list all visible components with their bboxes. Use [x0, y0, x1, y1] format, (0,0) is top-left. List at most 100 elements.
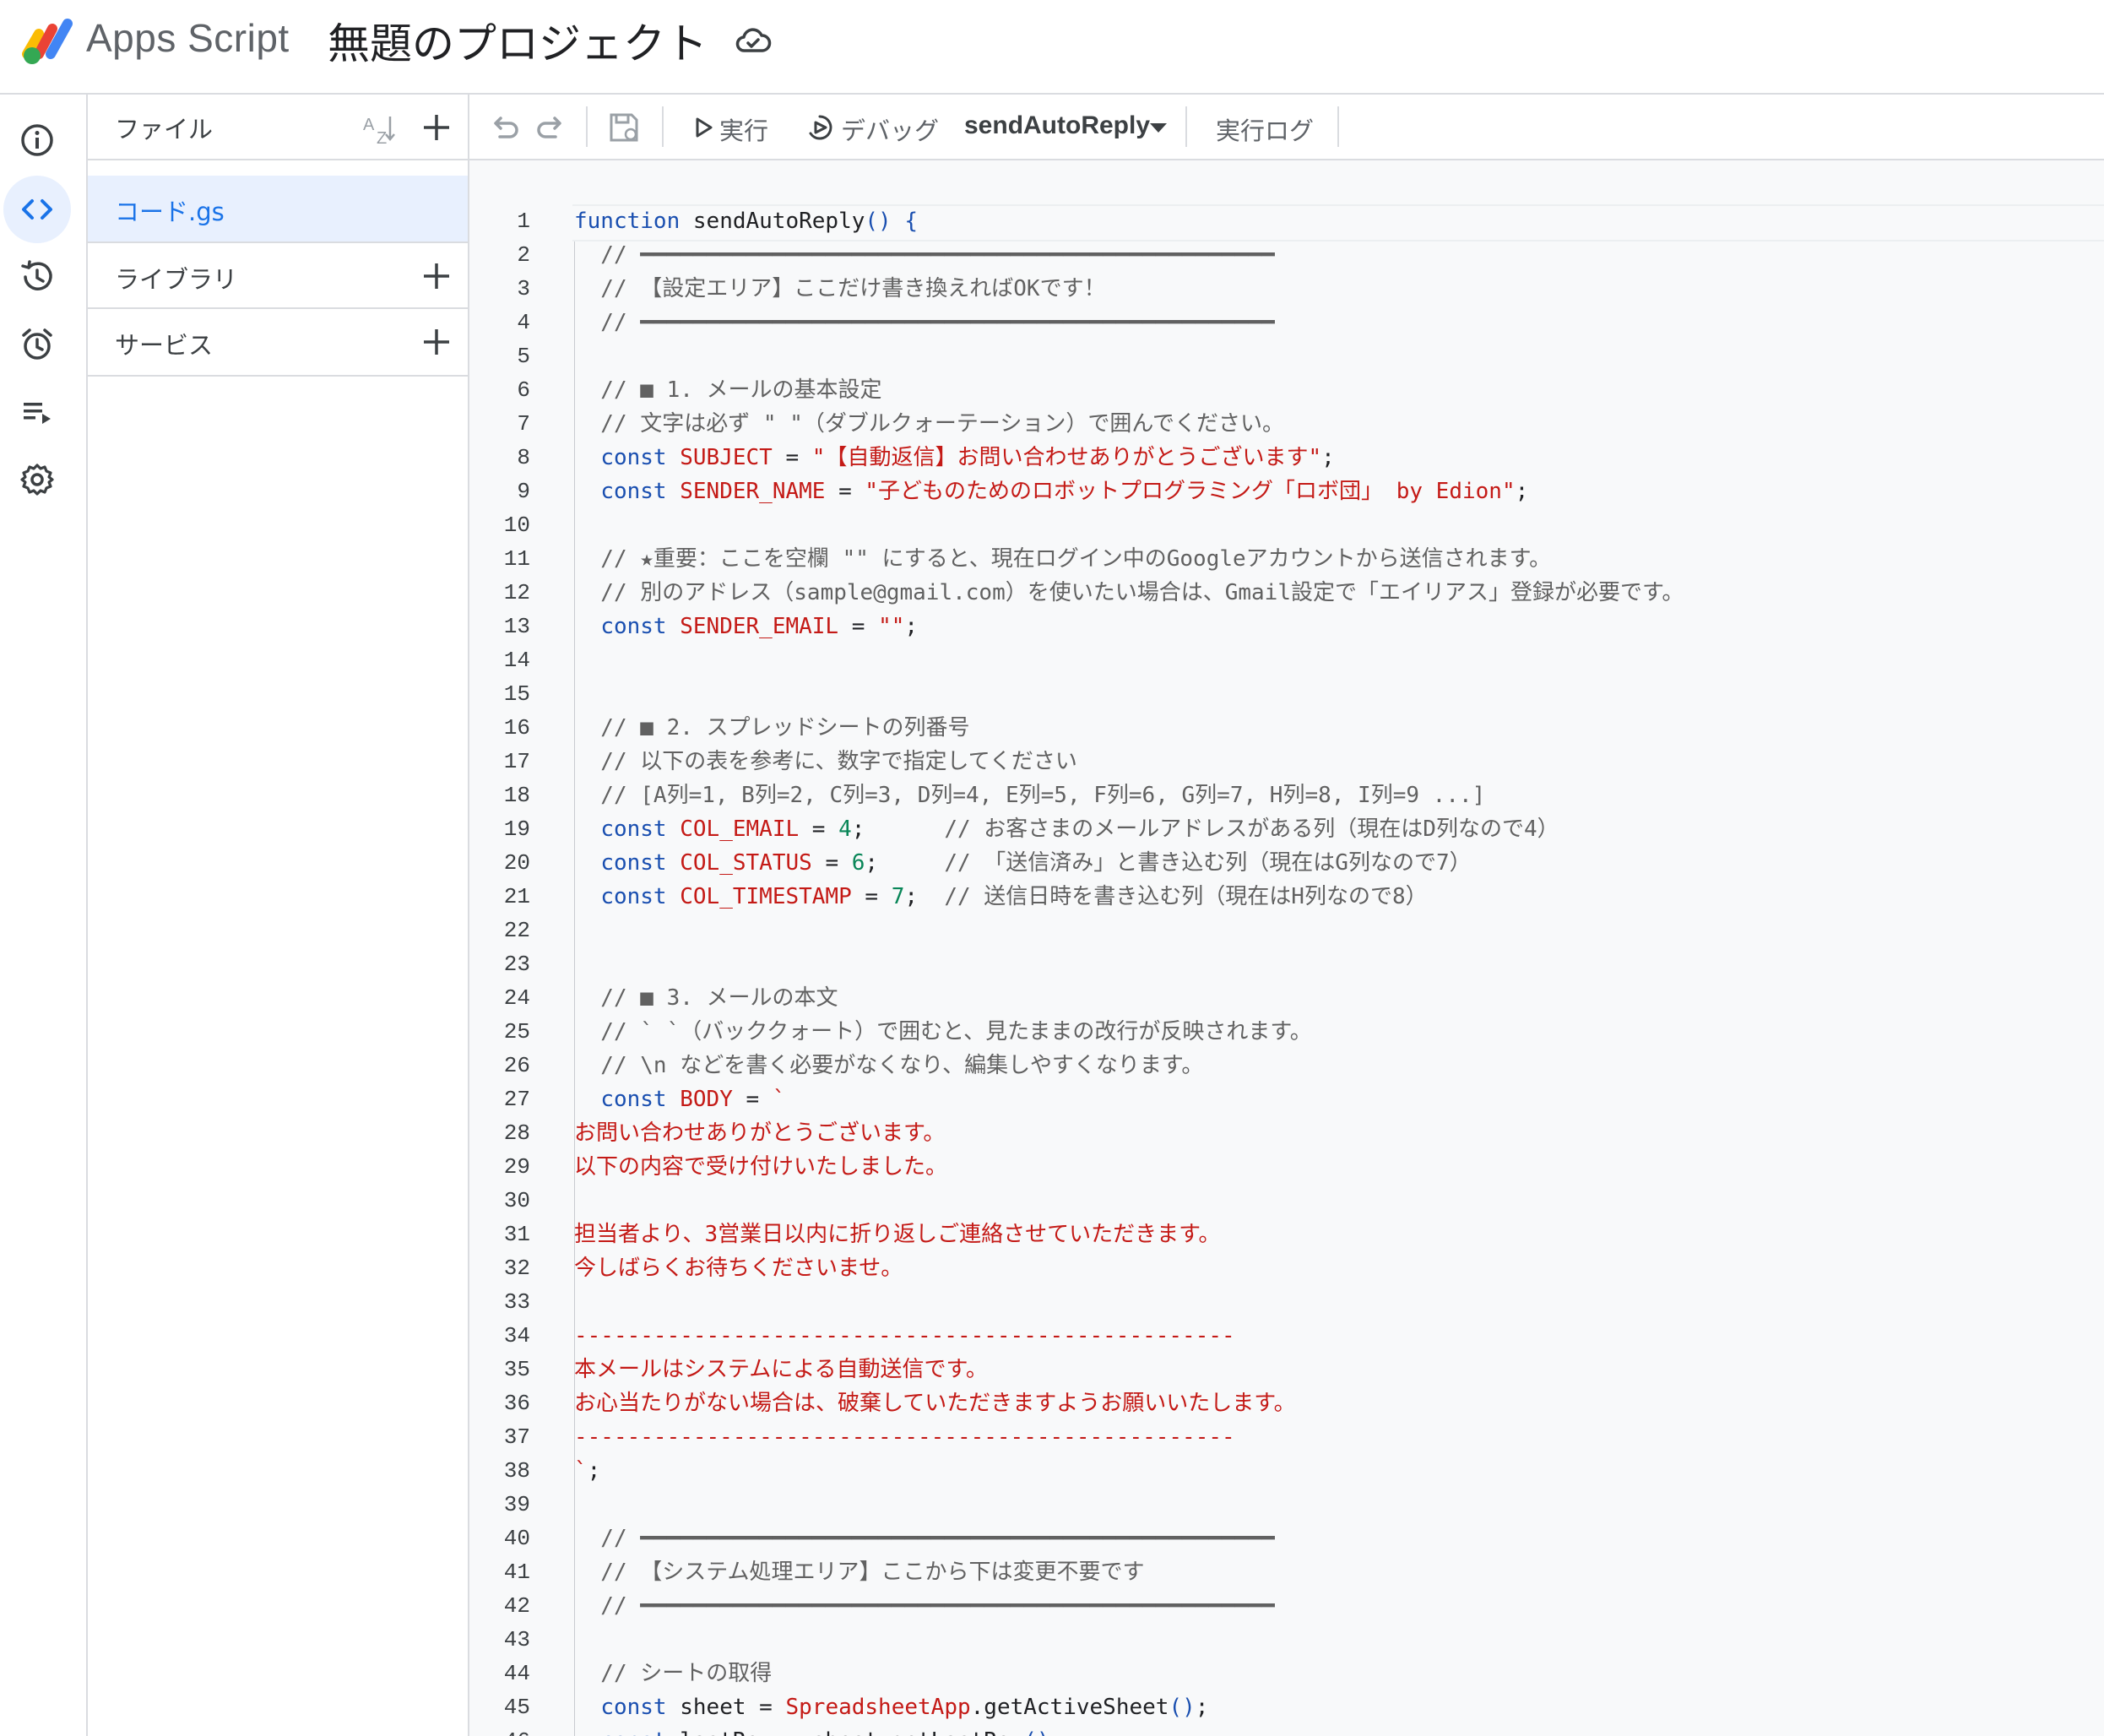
code-line[interactable]: 41 // 【システム処理エリア】ここから下は変更不要です	[469, 1555, 2104, 1589]
history-nav-button[interactable]	[3, 243, 71, 311]
redo-icon[interactable]	[532, 108, 571, 147]
add-file-icon[interactable]	[417, 108, 456, 147]
code-line[interactable]: 15	[469, 677, 2104, 711]
code-line[interactable]: 7 // 文字は必ず " "（ダブルクォーテーション）で囲んでください。	[469, 407, 2104, 441]
code-text: // シートの取得	[574, 1657, 772, 1690]
code-line[interactable]: 46 const lastRow = sheet.getLastRow();	[469, 1724, 2104, 1736]
triggers-nav-button[interactable]	[3, 311, 71, 378]
code-line[interactable]: 30	[469, 1184, 2104, 1218]
apps-script-logo[interactable]	[20, 17, 79, 68]
code-line[interactable]: 21 const COL_TIMESTAMP = 7; // 送信日時を書き込む…	[469, 880, 2104, 914]
code-line[interactable]: 26 // \n などを書く必要がなくなり、編集しやすくなります。	[469, 1049, 2104, 1082]
code-line[interactable]: 18 // [A列=1, B列=2, C列=3, D列=4, E列=5, F列=…	[469, 778, 2104, 812]
code-token: const	[600, 884, 667, 909]
code-line[interactable]: 27 const BODY = `	[469, 1082, 2104, 1116]
code-line[interactable]: 17 // 以下の表を参考に、数字で指定してください	[469, 745, 2104, 778]
code-line[interactable]: 28 お問い合わせありがとうございます。	[469, 1116, 2104, 1150]
executions-nav-button[interactable]	[3, 378, 71, 446]
code-text: `;	[574, 1454, 600, 1488]
code-line[interactable]: 39	[469, 1488, 2104, 1522]
code-line[interactable]: 22	[469, 914, 2104, 947]
line-number: 36	[503, 1391, 530, 1416]
code-line[interactable]: 11 // ★重要：ここを空欄 "" にすると、現在ログイン中のGoogleアカ…	[469, 542, 2104, 576]
code-token: COL_EMAIL	[680, 816, 800, 842]
code-line[interactable]: 10	[469, 508, 2104, 542]
app-name[interactable]: Apps Script	[86, 15, 290, 61]
code-line[interactable]: 36 お心当たりがない場合は、破棄していただきますようお願いいたします。	[469, 1386, 2104, 1420]
code-line[interactable]: 42 // ━━━━━━━━━━━━━━━━━━━━━━━━━━━━━━━━━━…	[469, 1589, 2104, 1623]
code-line[interactable]: 9 const SENDER_NAME = "子どものためのロボットプログラミン…	[469, 475, 2104, 508]
code-line[interactable]: 19 const COL_EMAIL = 4; // お客さまのメールアドレスが…	[469, 812, 2104, 846]
editor-nav-button[interactable]	[3, 176, 71, 243]
code-token: 7	[891, 884, 905, 909]
code-line[interactable]: 35 本メールはシステムによる自動送信です。	[469, 1353, 2104, 1386]
code-line[interactable]: 12 // 別のアドレス（sample@gmail.com）を使いたい場合は、G…	[469, 576, 2104, 610]
code-token: SENDER_EMAIL	[680, 614, 839, 639]
code-editor[interactable]: 1 function sendAutoReply() {2 // ━━━━━━━━…	[469, 160, 2104, 1736]
code-line[interactable]: 44 // シートの取得	[469, 1657, 2104, 1690]
code-line[interactable]: 13 const SENDER_EMAIL = "";	[469, 610, 2104, 643]
code-line[interactable]: 37 --------------------------------------…	[469, 1420, 2104, 1454]
code-line[interactable]: 23	[469, 947, 2104, 981]
code-line[interactable]: 20 const COL_STATUS = 6; // 「送信済み」と書き込む列…	[469, 846, 2104, 880]
code-token: ;	[851, 816, 945, 842]
add-library-icon[interactable]	[417, 257, 456, 296]
code-token: const	[600, 614, 667, 639]
add-service-icon[interactable]	[417, 323, 456, 361]
code-text: const COL_STATUS = 6; // 「送信済み」と書き込む列（現在…	[574, 846, 1471, 880]
function-select[interactable]: sendAutoReply	[964, 95, 1167, 159]
code-token: // ★重要：ここを空欄 "" にすると、現在ログイン中のGoogleアカウント…	[574, 546, 1552, 572]
run-button[interactable]: 実行	[691, 95, 792, 159]
code-text: // \n などを書く必要がなくなり、編集しやすくなります。	[574, 1049, 1203, 1082]
sort-files-icon[interactable]: A Z	[360, 110, 399, 149]
execution-log-button[interactable]: 実行ログ	[1216, 95, 1334, 159]
code-line[interactable]: 25 // ` `（バッククォート）で囲むと、見たままの改行が反映されます。	[469, 1015, 2104, 1049]
code-token: // 別のアドレス（sample@gmail.com）を使いたい場合は、Gmai…	[574, 580, 1684, 605]
code-line[interactable]: 29 以下の内容で受け付けいたしました。	[469, 1150, 2104, 1184]
code-token: 本メールはシステムによる自動送信です。	[574, 1357, 988, 1382]
settings-nav-button[interactable]	[3, 446, 71, 513]
code-line[interactable]: 34 --------------------------------------…	[469, 1319, 2104, 1353]
line-number: 26	[503, 1053, 530, 1078]
overview-nav-button[interactable]	[3, 106, 71, 174]
sort-label-z: Z	[377, 129, 387, 148]
line-number: 13	[503, 614, 530, 639]
code-token: const	[600, 850, 667, 876]
code-token: // ━━━━━━━━━━━━━━━━━━━━━━━━━━━━━━━━━━━━━…	[574, 1526, 1275, 1551]
code-line[interactable]: 32 今しばらくお待ちくださいませ。	[469, 1251, 2104, 1285]
file-item-code-gs[interactable]: コード.gs	[88, 176, 468, 241]
cloud-sync-icon[interactable]	[735, 24, 772, 61]
line-number: 45	[503, 1695, 530, 1720]
code-text: // ━━━━━━━━━━━━━━━━━━━━━━━━━━━━━━━━━━━━━…	[574, 306, 1274, 339]
code-line[interactable]: 33	[469, 1285, 2104, 1319]
code-line[interactable]: 16 // ■ 2. スプレッドシートの列番号	[469, 711, 2104, 745]
code-text: // 別のアドレス（sample@gmail.com）を使いたい場合は、Gmai…	[574, 576, 1684, 610]
code-line[interactable]: 31 担当者より、3営業日以内に折り返しご連絡させていただきます。	[469, 1218, 2104, 1251]
line-number: 33	[503, 1289, 530, 1315]
project-title[interactable]: 無題のプロジェクト	[328, 10, 708, 71]
code-line[interactable]: 2 // ━━━━━━━━━━━━━━━━━━━━━━━━━━━━━━━━━━━…	[469, 238, 2104, 272]
code-line[interactable]: 38 `;	[469, 1454, 2104, 1488]
code-line[interactable]: 3 // 【設定エリア】ここだけ書き換えればOKです！	[469, 272, 2104, 306]
code-token: const	[600, 1695, 667, 1720]
code-line[interactable]: 1 function sendAutoReply() {	[469, 204, 2104, 238]
code-token: .getActiveSheet	[970, 1695, 1169, 1720]
code-line[interactable]: 6 // ■ 1. メールの基本設定	[469, 373, 2104, 407]
code-line[interactable]: 8 const SUBJECT = "【自動返信】お問い合わせありがとうございま…	[469, 441, 2104, 475]
debug-button[interactable]: デバッグ	[805, 95, 957, 159]
save-icon[interactable]	[605, 108, 643, 147]
code-line[interactable]: 45 const sheet = SpreadsheetApp.getActiv…	[469, 1690, 2104, 1724]
code-line[interactable]: 40 // ━━━━━━━━━━━━━━━━━━━━━━━━━━━━━━━━━━…	[469, 1522, 2104, 1555]
code-line[interactable]: 4 // ━━━━━━━━━━━━━━━━━━━━━━━━━━━━━━━━━━━…	[469, 306, 2104, 339]
code-line[interactable]: 5	[469, 339, 2104, 373]
code-line[interactable]: 14	[469, 643, 2104, 677]
code-line[interactable]: 43	[469, 1623, 2104, 1657]
line-number: 29	[503, 1154, 530, 1180]
code-line[interactable]: 24 // ■ 3. メールの本文	[469, 981, 2104, 1015]
code-token: // \n などを書く必要がなくなり、編集しやすくなります。	[574, 1053, 1204, 1078]
code-token: SENDER_NAME	[680, 479, 826, 504]
undo-icon[interactable]	[485, 108, 523, 147]
